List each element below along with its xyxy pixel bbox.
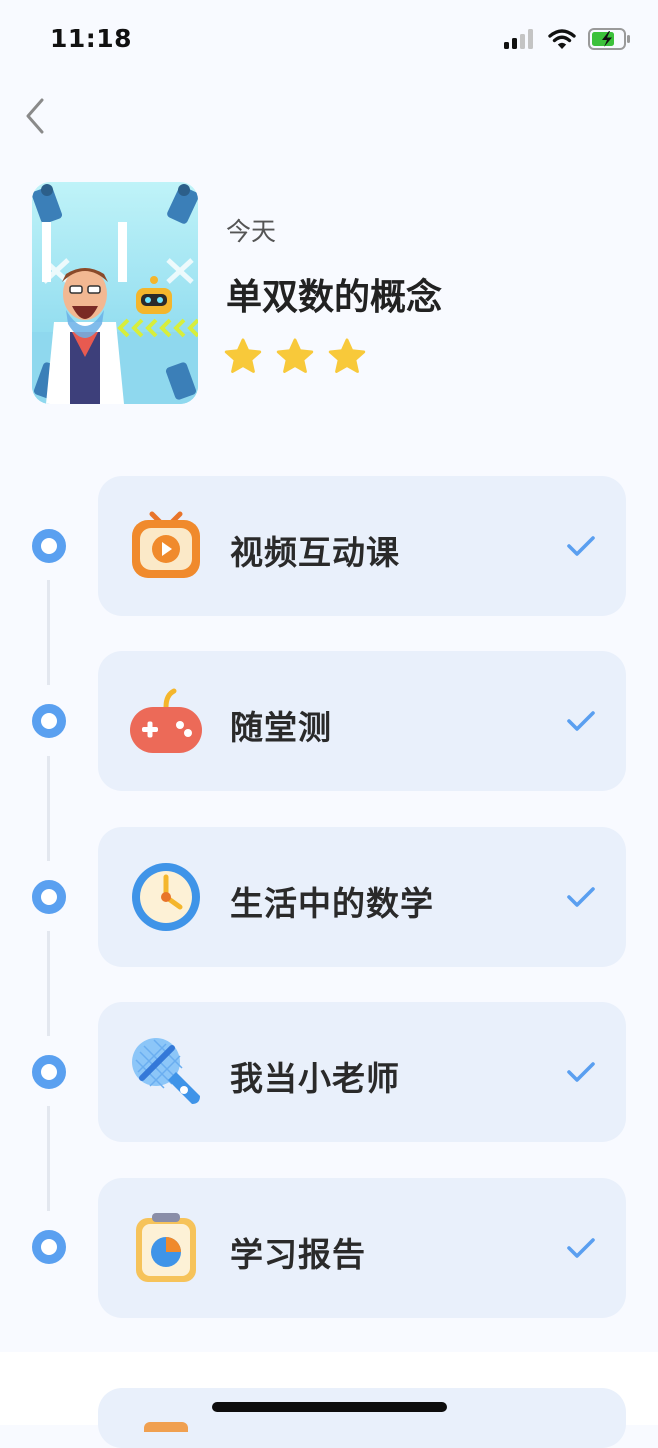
timeline-dot <box>32 529 66 563</box>
timeline-connector <box>47 1106 50 1211</box>
star-icon <box>328 338 366 373</box>
lesson-cover-image <box>32 182 198 404</box>
timeline-connector <box>47 580 50 685</box>
timeline-dot <box>32 704 66 738</box>
star-icon <box>276 338 314 373</box>
star-rating <box>222 336 368 378</box>
report-chart-icon <box>136 1213 196 1282</box>
check-icon <box>567 887 595 907</box>
next-card-partial[interactable] <box>98 1388 626 1448</box>
step-card-math-in-life[interactable]: 生活中的数学 <box>98 827 626 967</box>
step-label: 学习报告 <box>230 1235 366 1274</box>
wifi-icon <box>548 29 576 49</box>
timeline-dot <box>32 1055 66 1089</box>
timeline-dot <box>32 880 66 914</box>
partial-icon <box>144 1422 188 1432</box>
chevron-left-icon <box>26 98 44 134</box>
step-label: 生活中的数学 <box>230 884 434 923</box>
status-icons <box>504 28 632 50</box>
step-card-quiz[interactable]: 随堂测 <box>98 651 626 791</box>
lesson-title: 单双数的概念 <box>226 277 443 318</box>
star-icon <box>224 338 262 373</box>
check-icon <box>567 536 595 556</box>
check-icon <box>567 711 595 731</box>
step-card-video-lesson[interactable]: 视频互动课 <box>98 476 626 616</box>
status-time: 11:18 <box>50 24 133 53</box>
timeline-connector <box>47 931 50 1036</box>
status-bar: 11:18 <box>0 0 658 80</box>
microphone-icon <box>132 1038 200 1104</box>
check-icon <box>567 1062 595 1082</box>
battery-charging-icon <box>588 28 630 50</box>
gamepad-icon <box>130 688 202 753</box>
clock-icon <box>132 863 200 931</box>
back-button[interactable] <box>18 92 58 140</box>
step-label: 随堂测 <box>230 708 332 747</box>
step-label: 视频互动课 <box>230 533 400 572</box>
lesson-day-label: 今天 <box>226 217 277 246</box>
timeline-dot <box>32 1230 66 1264</box>
step-card-little-teacher[interactable]: 我当小老师 <box>98 1002 626 1142</box>
home-indicator[interactable] <box>212 1402 447 1412</box>
video-tv-icon <box>132 511 200 578</box>
timeline-connector <box>47 756 50 861</box>
signal-icon <box>504 29 533 49</box>
check-icon <box>567 1238 595 1258</box>
step-label: 我当小老师 <box>230 1059 400 1098</box>
step-card-learning-report[interactable]: 学习报告 <box>98 1178 626 1318</box>
